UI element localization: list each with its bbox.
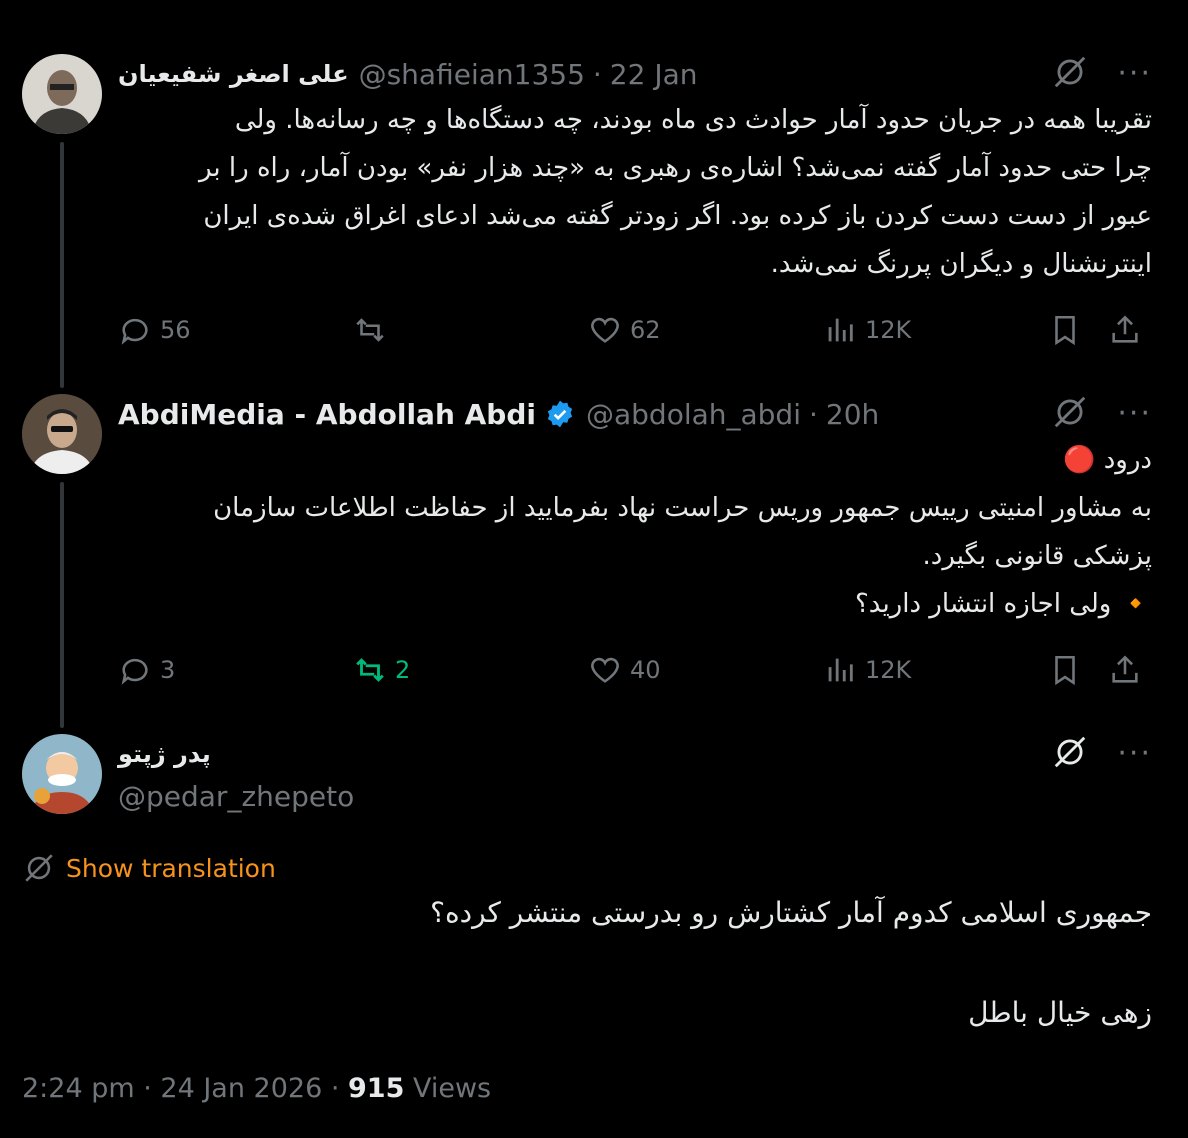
reply-count: 3 [160, 656, 176, 684]
heart-icon [591, 657, 619, 683]
bookmark-icon [1055, 655, 1075, 686]
more-options-icon[interactable]: ··· [1117, 399, 1152, 429]
views-count: 12K [865, 316, 912, 344]
text-line: تقریبا همه در جریان حدود آمار حوادث دی م… [234, 105, 1152, 135]
more-options-icon[interactable]: ··· [1117, 59, 1152, 89]
tweet-text: درود 🔴 به مشاور امنیتی رییس جمهور وریس ح… [112, 436, 1152, 628]
tweet-time[interactable]: 22 Jan [610, 58, 698, 91]
reply-count: 56 [160, 316, 191, 344]
bookmark-button[interactable] [1048, 653, 1108, 687]
grok-icon[interactable] [1051, 733, 1089, 775]
grok-icon[interactable] [1051, 393, 1089, 435]
author-handle[interactable]: @abdolah_abdi [586, 398, 801, 431]
retweet-icon [356, 658, 384, 682]
action-bar: 3 2 40 12K [118, 650, 1158, 690]
thread-line [60, 482, 64, 728]
action-bar: 56 62 12K [118, 310, 1158, 350]
retweet-button[interactable] [353, 313, 588, 347]
heart-icon [591, 317, 619, 343]
thread-line [60, 142, 64, 388]
more-options-icon[interactable]: ··· [1117, 739, 1152, 769]
author-name[interactable]: AbdiMedia - Abdollah Abdi [118, 398, 536, 431]
share-button[interactable] [1108, 653, 1142, 687]
tweet-text: تقریبا همه در جریان حدود آمار حوادث دی م… [112, 96, 1152, 288]
text-line: به مشاور امنیتی رییس جمهور وریس حراست نه… [213, 493, 1152, 523]
avatar[interactable] [22, 734, 102, 814]
views-count: 12K [865, 656, 912, 684]
share-icon [1112, 315, 1138, 343]
separator-dot: · [592, 57, 602, 91]
views-label: Views [404, 1072, 492, 1104]
show-translation-button[interactable]: Show translation [22, 848, 276, 888]
retweet-button[interactable]: 2 [353, 653, 588, 687]
author-name[interactable]: پدر ژپتو [118, 740, 211, 768]
text-line: زهی خیال باطل [968, 996, 1152, 1029]
reply-button[interactable]: 56 [118, 313, 353, 347]
text-line: جمهوری اسلامی کدوم آمار کشتارش رو بدرستی… [430, 896, 1152, 929]
text-line [52, 938, 1152, 988]
tweet-meta: 2:24 pm · 24 Jan 2026 · 915 Views [22, 1068, 491, 1108]
share-icon [1112, 655, 1138, 683]
author-name[interactable]: علی اصغر شفیعیان [118, 60, 349, 88]
show-translation-label[interactable]: Show translation [66, 854, 276, 883]
separator-dot: · [809, 397, 818, 431]
like-count: 62 [630, 316, 661, 344]
text-line: چرا حتی حدود آمار گفته نمی‌شد؟ اشاره‌ی ر… [199, 153, 1152, 183]
text-line: 🔸 ولی اجازه انتشار دارید؟ [855, 589, 1152, 619]
reply-icon [121, 658, 148, 685]
retweet-count: 2 [395, 656, 411, 684]
views-icon [828, 658, 853, 682]
text-line: درود 🔴 [1063, 445, 1152, 475]
reply-button[interactable]: 3 [118, 653, 353, 687]
views-icon [828, 318, 853, 342]
text-line: عبور از دست دست کردن باز کرده بود. اگر ز… [203, 201, 1152, 231]
views-count: 915 [348, 1072, 405, 1104]
verified-badge-icon [544, 398, 576, 430]
tweet-text: جمهوری اسلامی کدوم آمار کشتارش رو بدرستی… [52, 888, 1152, 1038]
share-button[interactable] [1108, 313, 1142, 347]
bookmark-button[interactable] [1048, 313, 1108, 347]
text-line: اینترنشنال و دیگران پررنگ نمی‌شد. [770, 249, 1152, 279]
like-count: 40 [630, 656, 661, 684]
tweet-time[interactable]: 20h [826, 398, 879, 431]
bookmark-icon [1055, 315, 1075, 346]
like-button[interactable]: 40 [588, 653, 823, 687]
author-handle[interactable]: @pedar_zhepeto [118, 780, 354, 813]
views-button[interactable]: 12K [823, 313, 1048, 347]
views-button[interactable]: 12K [823, 653, 1048, 687]
retweet-icon [356, 318, 384, 342]
author-handle[interactable]: @shafieian1355 [359, 58, 585, 91]
translate-icon [25, 854, 53, 882]
timestamp[interactable]: 2:24 pm · 24 Jan 2026 · [22, 1073, 348, 1104]
like-button[interactable]: 62 [588, 313, 823, 347]
text-line: پزشکی قانونی بگیرد. [922, 541, 1152, 571]
reply-icon [121, 318, 148, 345]
grok-icon[interactable] [1051, 53, 1089, 95]
